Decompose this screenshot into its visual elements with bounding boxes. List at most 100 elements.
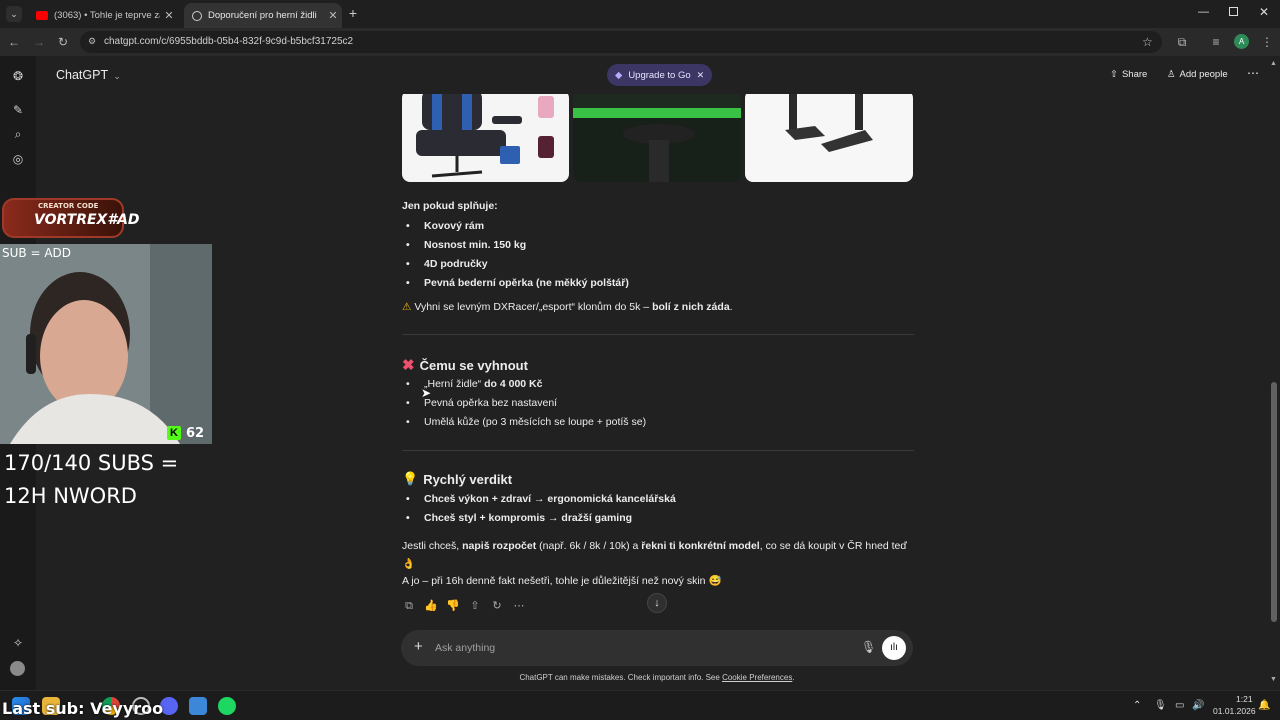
page-scrollbar[interactable]: ▲ ▼ bbox=[1268, 56, 1280, 690]
notification-bell-icon[interactable]: 🔔 bbox=[1258, 700, 1270, 711]
profile-avatar[interactable]: A bbox=[1234, 34, 1249, 49]
scrollbar-down-arrow-icon[interactable]: ▼ bbox=[1270, 676, 1277, 683]
kick-logo-icon: K bbox=[167, 426, 181, 440]
attach-plus-icon[interactable]: + bbox=[414, 638, 423, 655]
creator-code-value: VORTREX#AD bbox=[34, 212, 140, 228]
creator-code-label: CREATOR CODE bbox=[38, 202, 99, 210]
new-tab-button[interactable]: + bbox=[346, 5, 360, 21]
list-item: Pevná opěrka bez nastavení bbox=[402, 394, 914, 413]
new-chat-icon[interactable]: ✎ bbox=[10, 102, 26, 118]
verdict-heading: 💡 Rychlý verdikt bbox=[402, 471, 914, 487]
microphone-icon[interactable]: 🎙 bbox=[861, 640, 876, 654]
back-icon[interactable]: ← bbox=[6, 34, 22, 50]
tab-title: (3063) • Tohle je teprve začátek bbox=[54, 10, 160, 21]
add-people-button[interactable]: ♙ Add people bbox=[1167, 69, 1228, 80]
list-item: Umělá kůže (po 3 měsících se loupe + pot… bbox=[402, 413, 914, 432]
clock-date[interactable]: 01.01.2026 bbox=[1213, 706, 1256, 716]
warning-icon: ⚠ bbox=[402, 301, 412, 313]
prompt-input[interactable] bbox=[435, 640, 835, 656]
more-options-icon[interactable]: ⋯ bbox=[1247, 66, 1259, 80]
para-text: (např. 6k / 8k / 10k) a bbox=[539, 540, 639, 552]
verdict-list: Chceš výkon + zdraví → ergonomická kance… bbox=[402, 490, 914, 528]
gaming-room-image bbox=[573, 94, 741, 182]
minimize-icon[interactable]: — bbox=[1198, 6, 1209, 18]
share-button[interactable]: ⇧ Share bbox=[1110, 69, 1147, 80]
scrollbar-up-arrow-icon[interactable]: ▲ bbox=[1270, 60, 1277, 67]
site-info-icon[interactable]: ⚙ bbox=[88, 36, 96, 47]
regenerate-icon[interactable]: ↻ bbox=[489, 598, 505, 614]
volume-icon[interactable]: 🔊 bbox=[1192, 700, 1204, 711]
bookmark-star-icon[interactable]: ☆ bbox=[1142, 35, 1153, 49]
microphone-tray-icon[interactable]: 🎙 bbox=[1154, 700, 1167, 711]
scrollbar-thumb[interactable] bbox=[1271, 382, 1277, 622]
verdict-heading-text: Rychlý verdikt bbox=[423, 471, 513, 487]
warning-text: Vyhni se levným DXRacer/„esport“ klonům … bbox=[414, 301, 650, 313]
close-icon[interactable]: ✕ bbox=[324, 9, 342, 22]
reload-icon[interactable]: ↻ bbox=[55, 34, 71, 50]
sparkle-icon: ◆ bbox=[615, 69, 623, 81]
browser-tab-chatgpt[interactable]: Doporučení pro herní židli ✕ bbox=[184, 3, 342, 28]
user-avatar[interactable] bbox=[10, 661, 25, 676]
disclaimer-end: . bbox=[792, 673, 795, 682]
restore-icon[interactable] bbox=[1229, 7, 1238, 16]
forward-icon[interactable]: → bbox=[31, 34, 47, 50]
sparkle-icon[interactable]: ✧ bbox=[10, 635, 26, 651]
browser-toolbar: ← → ↻ ⚙ chatgpt.com/c/6955bddb-05b4-832f… bbox=[0, 28, 1280, 56]
model-selector[interactable]: ChatGPT ⌄ bbox=[56, 68, 121, 82]
address-bar[interactable]: ⚙ chatgpt.com/c/6955bddb-05b4-832f-9c9d-… bbox=[80, 31, 1162, 53]
more-icon[interactable]: ⋯ bbox=[511, 598, 527, 614]
fl-studio-icon[interactable] bbox=[189, 697, 207, 715]
gaming-chair-image bbox=[416, 94, 554, 178]
sub-goal-line-1: 170/140 SUBS = bbox=[4, 451, 179, 475]
voice-mode-button[interactable]: ılı bbox=[882, 636, 906, 660]
avoid-heading: ✖ Čemu se vyhnout bbox=[402, 356, 914, 374]
browser-menu-icon[interactable]: ⋮ bbox=[1259, 34, 1275, 50]
upgrade-button[interactable]: ◆ Upgrade to Go ✕ bbox=[607, 64, 713, 86]
tray-chevron-up-icon[interactable]: ⌃ bbox=[1133, 700, 1141, 711]
disclaimer-text: ChatGPT can make mistakes. Check importa… bbox=[519, 673, 720, 682]
library-icon[interactable]: ◎ bbox=[10, 151, 26, 167]
tab-title: Doporučení pro herní židli bbox=[208, 10, 317, 21]
reading-list-icon[interactable]: ≡ bbox=[1208, 34, 1224, 50]
clock-time[interactable]: 1:21 bbox=[1236, 694, 1253, 704]
chatgpt-logo-icon bbox=[192, 10, 202, 21]
network-icon[interactable]: ▭ bbox=[1175, 700, 1184, 711]
copy-icon[interactable]: ⧉ bbox=[401, 598, 417, 614]
para-bold: řekni ti konkrétní model bbox=[641, 540, 760, 552]
close-icon[interactable]: ✕ bbox=[160, 9, 178, 22]
search-icon[interactable]: ⌕ bbox=[10, 126, 26, 142]
list-item: Nosnost min. 150 kg bbox=[402, 236, 914, 255]
list-item: Pevná bederní opěrka (ne měkký polštář) bbox=[402, 274, 914, 293]
para-text: , co se dá koupit v ČR hned teď bbox=[759, 540, 907, 552]
product-image-chair-base[interactable] bbox=[745, 94, 913, 182]
scroll-down-arrow-icon[interactable]: ↓ bbox=[647, 593, 667, 613]
share-icon[interactable]: ⇧ bbox=[467, 598, 483, 614]
upgrade-label: Upgrade to Go bbox=[628, 69, 691, 81]
chatgpt-logo-icon[interactable]: ❂ bbox=[10, 68, 26, 84]
para-text: A jo – při 16h denně fakt nešetři, tohle… bbox=[402, 575, 706, 587]
thumbs-down-icon[interactable]: 👎 bbox=[445, 598, 461, 614]
spotify-icon[interactable] bbox=[218, 697, 236, 715]
windows-taskbar: Last sub: Veyyroo ⌃ 🎙 ▭ 🔊 1:21 01.01.202… bbox=[0, 690, 1280, 720]
requirements-list: Kovový rám Nosnost min. 150 kg 4D područ… bbox=[402, 217, 914, 293]
cross-mark-icon: ✖ bbox=[402, 357, 415, 374]
product-image-gaming-room[interactable] bbox=[573, 94, 741, 182]
avoid-item-bold: do 4 000 Kč bbox=[484, 378, 543, 390]
product-image-gaming-chair[interactable] bbox=[402, 94, 569, 182]
tab-list-chevron-icon[interactable]: ⌄ bbox=[6, 6, 22, 22]
person-icon: ♙ bbox=[1167, 69, 1176, 80]
sub-goal-line-2: 12H NWORD bbox=[4, 484, 137, 508]
cookie-preferences-link[interactable]: Cookie Preferences bbox=[722, 673, 792, 682]
message-composer[interactable]: + 🎙 ılı bbox=[401, 630, 913, 666]
final-paragraph: A jo – při 16h denně fakt nešetři, tohle… bbox=[402, 574, 914, 587]
close-icon[interactable]: ✕ bbox=[697, 70, 705, 81]
thumbs-up-icon[interactable]: 👍 bbox=[423, 598, 439, 614]
mouse-cursor: ➤ bbox=[421, 386, 432, 400]
divider bbox=[402, 450, 914, 451]
close-window-icon[interactable]: ✕ bbox=[1259, 5, 1269, 19]
browser-tab-youtube[interactable]: (3063) • Tohle je teprve začátek ✕ bbox=[28, 3, 178, 28]
warning-bold: bolí z nich záda bbox=[652, 301, 730, 313]
extensions-icon[interactable]: ⧉ bbox=[1174, 34, 1190, 50]
warning-end: . bbox=[729, 301, 733, 313]
conversation-area: Jen pokud splňuje: Kovový rám Nosnost mi… bbox=[36, 94, 1268, 690]
